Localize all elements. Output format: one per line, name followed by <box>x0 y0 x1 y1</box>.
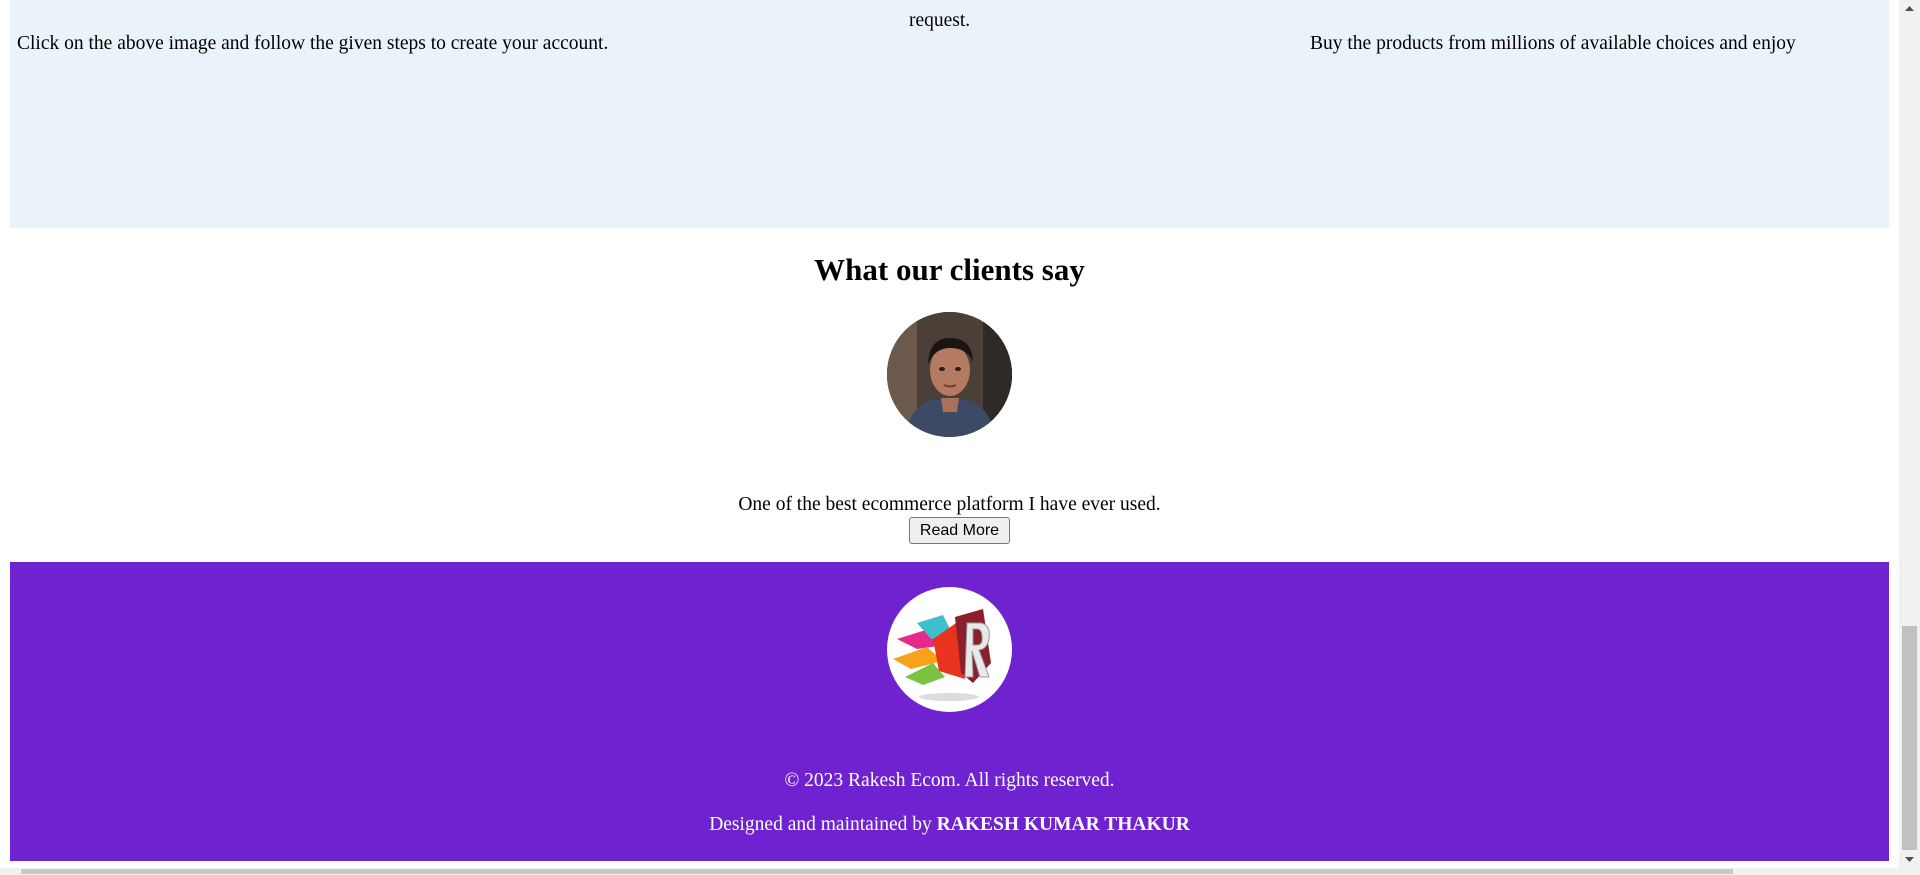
testimonials-section: What our clients say One of the best eco… <box>10 228 1889 562</box>
designer-name: RAKESH KUMAR THAKUR <box>936 813 1190 835</box>
brand-logo-icon: R <box>893 609 991 701</box>
testimonials-heading: What our clients say <box>814 252 1085 287</box>
designed-by-text: Designed and maintained by RAKESH KUMAR … <box>10 813 1889 837</box>
step-create-account-text: Click on the above image and follow the … <box>17 33 609 54</box>
vertical-scroll-thumb[interactable] <box>1902 626 1917 850</box>
designed-by-prefix: Designed and maintained by <box>709 813 937 835</box>
site-footer: R © 2023 Rakesh Ecom. All rights reserve… <box>10 562 1889 861</box>
brand-logo[interactable]: R <box>887 587 1012 712</box>
step-buy-products-text: Buy the products from millions of availa… <box>1310 33 1796 54</box>
triangle-down-icon <box>1905 857 1914 862</box>
step-request-text: request. <box>909 10 971 31</box>
vertical-scrollbar[interactable] <box>1899 0 1920 875</box>
horizontal-scroll-thumb[interactable] <box>21 869 1733 874</box>
client-photo <box>887 312 1012 437</box>
triangle-up-icon <box>1905 6 1914 11</box>
scroll-up-arrow[interactable] <box>1899 0 1920 17</box>
steps-section: Click on the above image and follow the … <box>10 0 1889 228</box>
client-avatar <box>887 312 1012 437</box>
testimonial-quote: One of the best ecommerce platform I hav… <box>738 493 1161 515</box>
horizontal-scrollbar[interactable] <box>0 868 1899 875</box>
scroll-down-arrow[interactable] <box>1899 851 1920 868</box>
copyright-text: © 2023 Rakesh Ecom. All rights reserved. <box>784 769 1115 791</box>
read-more-button[interactable]: Read More <box>909 517 1010 544</box>
